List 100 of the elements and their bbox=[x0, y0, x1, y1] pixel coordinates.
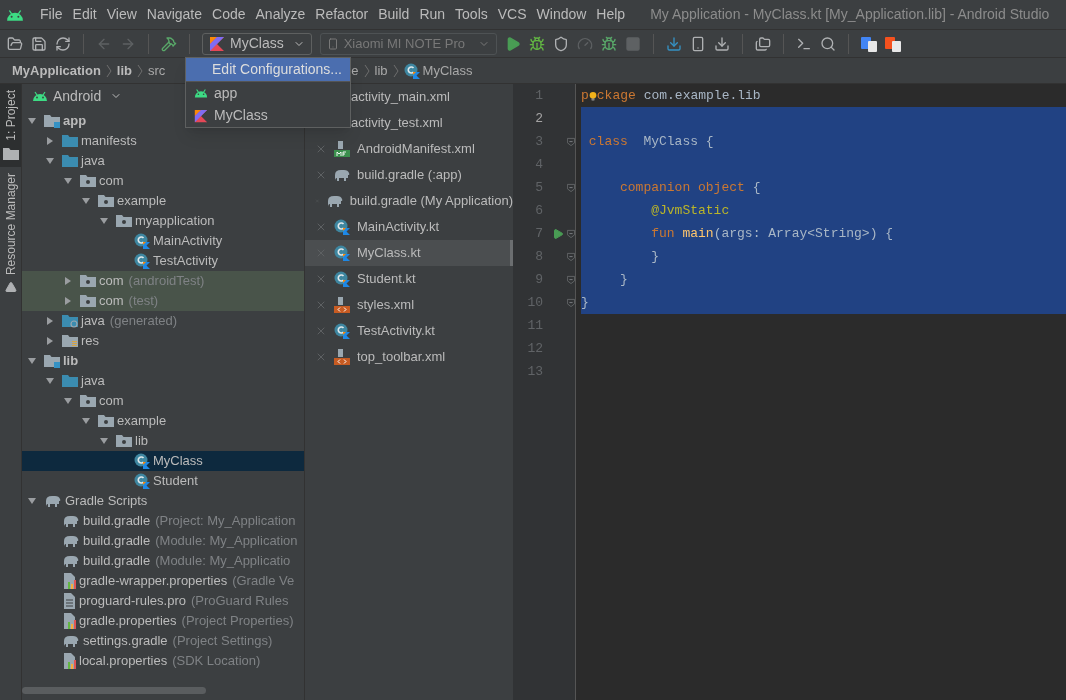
tree-item[interactable]: com bbox=[22, 391, 304, 411]
tree-item[interactable]: com bbox=[22, 171, 304, 191]
recent-file-entry[interactable]: build.gradle (My Application) bbox=[305, 188, 513, 214]
menu-item[interactable]: View bbox=[101, 4, 142, 25]
sdk-manager-icon[interactable] bbox=[713, 35, 730, 52]
horizontal-scrollbar[interactable] bbox=[22, 687, 206, 694]
tree-item[interactable]: java bbox=[22, 371, 304, 391]
expanded-arrow-icon[interactable] bbox=[46, 377, 54, 385]
search-icon[interactable] bbox=[819, 35, 836, 52]
expanded-arrow-icon[interactable] bbox=[28, 117, 36, 125]
recent-file-entry[interactable]: build.gradle (:app) bbox=[305, 162, 513, 188]
breadcrumb-item[interactable]: MyClass bbox=[422, 60, 473, 81]
debug-icon[interactable] bbox=[528, 35, 545, 52]
recent-file-entry[interactable]: top_toolbar.xml bbox=[305, 344, 513, 370]
fold-marker-icon[interactable] bbox=[567, 136, 575, 147]
tree-item[interactable]: com (test) bbox=[22, 291, 304, 311]
project-structure-icon[interactable] bbox=[754, 35, 771, 52]
attach-debugger-icon[interactable] bbox=[600, 35, 617, 52]
menu-item[interactable]: Analyze bbox=[250, 4, 311, 25]
expanded-arrow-icon[interactable] bbox=[46, 157, 54, 165]
collapsed-arrow-icon[interactable] bbox=[64, 277, 72, 285]
tree-item[interactable]: lib bbox=[22, 351, 304, 371]
tree-item[interactable]: Gradle Scripts bbox=[22, 491, 304, 511]
breadcrumb-item[interactable]: lib bbox=[116, 60, 132, 81]
tree-item[interactable]: build.gradle (Module: My_Applicatio bbox=[22, 551, 304, 571]
tree-item[interactable]: TestActivity bbox=[22, 251, 304, 271]
tree-item[interactable]: java bbox=[22, 151, 304, 171]
menu-item[interactable]: Code bbox=[207, 4, 251, 25]
collapsed-arrow-icon[interactable] bbox=[46, 317, 54, 325]
sync-icon[interactable] bbox=[55, 35, 71, 52]
expanded-arrow-icon[interactable] bbox=[28, 497, 36, 505]
menu-item[interactable]: Refactor bbox=[310, 4, 374, 25]
menu-option[interactable]: MyClass bbox=[186, 104, 350, 127]
tool-window-tab[interactable]: 1: Project bbox=[0, 84, 21, 167]
fold-marker-icon[interactable] bbox=[567, 274, 575, 285]
tree-item[interactable]: MyClass bbox=[22, 451, 304, 471]
menu-item[interactable]: Navigate bbox=[141, 4, 208, 25]
tree-item[interactable]: lib bbox=[22, 431, 304, 451]
tree-item[interactable]: example bbox=[22, 411, 304, 431]
tree-item[interactable]: MainActivity bbox=[22, 231, 304, 251]
gradle-sync-icon[interactable] bbox=[665, 35, 682, 52]
fold-marker-icon[interactable] bbox=[567, 182, 575, 193]
breadcrumb-item[interactable]: lib bbox=[374, 60, 388, 81]
expanded-arrow-icon[interactable] bbox=[28, 357, 36, 365]
expanded-arrow-icon[interactable] bbox=[100, 437, 108, 445]
hammer-icon[interactable] bbox=[161, 35, 177, 52]
tree-item[interactable]: myapplication bbox=[22, 211, 304, 231]
save-icon[interactable] bbox=[31, 35, 47, 52]
tree-item[interactable]: Student bbox=[22, 471, 304, 491]
menu-option[interactable]: Edit Configurations... bbox=[186, 58, 350, 81]
menu-item[interactable]: Edit bbox=[67, 4, 102, 25]
recent-file-entry[interactable]: MyClass.kt bbox=[305, 240, 513, 266]
expanded-arrow-icon[interactable] bbox=[82, 197, 90, 205]
menu-item[interactable]: File bbox=[35, 4, 68, 25]
breadcrumb-item[interactable]: src bbox=[148, 60, 166, 81]
run-gutter-icon[interactable] bbox=[551, 227, 564, 240]
expanded-arrow-icon[interactable] bbox=[100, 217, 108, 225]
translate-icon[interactable] bbox=[860, 35, 877, 52]
collapsed-arrow-icon[interactable] bbox=[46, 337, 54, 345]
tree-item[interactable]: example bbox=[22, 191, 304, 211]
collapsed-arrow-icon[interactable] bbox=[46, 137, 54, 145]
tree-item[interactable]: java (generated) bbox=[22, 311, 304, 331]
tree-item[interactable]: gradle.properties (Project Properties) bbox=[22, 611, 304, 631]
tool-window-tab[interactable]: Resource Manager bbox=[0, 166, 21, 299]
translate-icon[interactable] bbox=[884, 35, 901, 52]
menu-item[interactable]: Help bbox=[591, 4, 631, 25]
tree-item[interactable]: com (androidTest) bbox=[22, 271, 304, 291]
breadcrumb-item[interactable]: e bbox=[351, 60, 359, 81]
coverage-icon[interactable] bbox=[552, 35, 569, 52]
tree-item[interactable]: build.gradle (Module: My_Application bbox=[22, 531, 304, 551]
fold-marker-icon[interactable] bbox=[567, 251, 575, 262]
menu-option[interactable]: app bbox=[186, 81, 350, 104]
tree-item[interactable]: build.gradle (Project: My_Application bbox=[22, 511, 304, 531]
recent-file-entry[interactable]: styles.xml bbox=[305, 292, 513, 318]
collapsed-arrow-icon[interactable] bbox=[64, 297, 72, 305]
open-folder-icon[interactable] bbox=[7, 35, 23, 52]
menu-item[interactable]: Run bbox=[414, 4, 451, 25]
run-config-dropdown[interactable]: MyClass bbox=[202, 32, 312, 55]
expanded-arrow-icon[interactable] bbox=[64, 177, 72, 185]
recent-file-entry[interactable]: TestActivity.kt bbox=[305, 318, 513, 344]
recent-file-entry[interactable]: AndroidManifest.xml bbox=[305, 136, 513, 162]
breadcrumb-item[interactable]: MyApplication bbox=[12, 60, 101, 81]
menu-item[interactable]: Tools bbox=[450, 4, 493, 25]
expanded-arrow-icon[interactable] bbox=[64, 397, 72, 405]
menu-item[interactable]: VCS bbox=[492, 4, 532, 25]
menu-item[interactable]: Build bbox=[373, 4, 415, 25]
fold-marker-icon[interactable] bbox=[567, 228, 575, 239]
expanded-arrow-icon[interactable] bbox=[82, 417, 90, 425]
tree-item[interactable]: gradle-wrapper.properties (Gradle Ve bbox=[22, 571, 304, 591]
recent-file-entry[interactable]: Student.kt bbox=[305, 266, 513, 292]
tree-item[interactable]: settings.gradle (Project Settings) bbox=[22, 631, 304, 651]
tree-item[interactable]: local.properties (SDK Location) bbox=[22, 651, 304, 671]
fold-marker-icon[interactable] bbox=[567, 297, 575, 308]
tree-item[interactable]: manifests bbox=[22, 131, 304, 151]
folder-icon bbox=[62, 154, 78, 168]
tree-item[interactable]: proguard-rules.pro (ProGuard Rules bbox=[22, 591, 304, 611]
tree-item[interactable]: res bbox=[22, 331, 304, 351]
recent-file-entry[interactable]: MainActivity.kt bbox=[305, 214, 513, 240]
view-selector[interactable]: Android bbox=[53, 85, 102, 107]
menu-item[interactable]: Window bbox=[531, 4, 592, 25]
